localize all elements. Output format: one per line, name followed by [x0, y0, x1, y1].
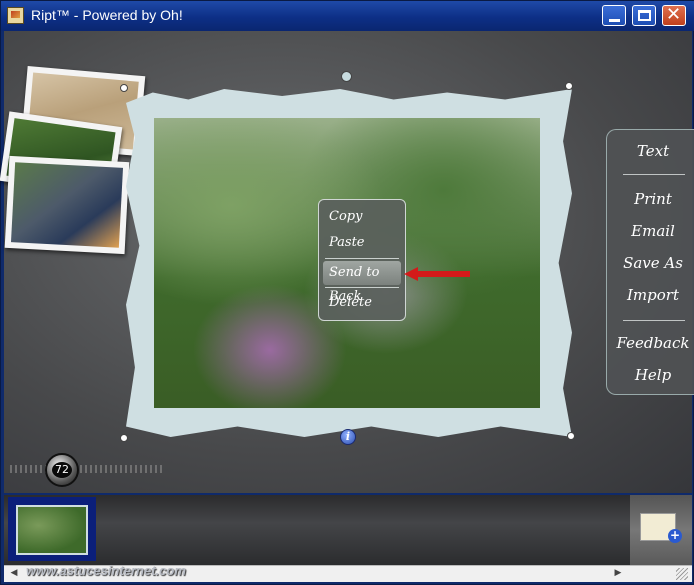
- menu-separator: [325, 258, 399, 259]
- thumbnail-selected[interactable]: [8, 497, 96, 561]
- close-button[interactable]: ✕: [662, 4, 686, 26]
- menu-item-send-to-back[interactable]: Send to Back: [323, 261, 401, 304]
- red-arrow-icon: [404, 267, 470, 281]
- maximize-icon: [638, 10, 651, 21]
- thumbnail-image: [16, 505, 88, 555]
- panel-item-text[interactable]: Text: [607, 142, 694, 160]
- panel-separator: [623, 174, 685, 175]
- panel-item-help[interactable]: Help: [607, 366, 694, 384]
- menu-item-delete[interactable]: Delete: [319, 290, 405, 316]
- photo-image: [10, 162, 124, 248]
- zoom-slider-track[interactable]: [10, 465, 162, 473]
- minimize-icon: [609, 19, 620, 22]
- action-panel: Text Print Email Save As Import Feedback…: [606, 129, 694, 395]
- info-icon[interactable]: i: [340, 429, 356, 445]
- menu-item-paste[interactable]: Paste: [319, 230, 405, 256]
- panel-item-import[interactable]: Import: [607, 286, 694, 304]
- resize-handle-bottom-left[interactable]: [120, 434, 128, 442]
- app-window: Ript™ - Powered by Oh! ✕ i Copy Paste Se…: [0, 0, 694, 585]
- resize-grip-icon[interactable]: [676, 568, 688, 580]
- new-page-area: +: [630, 495, 692, 565]
- panel-item-print[interactable]: Print: [607, 190, 694, 208]
- panel-item-email[interactable]: Email: [607, 222, 694, 240]
- photo-cassowary[interactable]: [4, 155, 130, 255]
- filmstrip: +: [4, 495, 692, 565]
- scroll-left-icon[interactable]: ◀: [6, 568, 22, 581]
- maximize-button[interactable]: [632, 5, 656, 26]
- plus-icon[interactable]: +: [668, 529, 682, 543]
- title-bar[interactable]: Ript™ - Powered by Oh! ✕: [1, 1, 694, 31]
- scroll-right-icon[interactable]: ▶: [610, 568, 626, 581]
- minimize-button[interactable]: [602, 5, 626, 26]
- zoom-knob[interactable]: 72: [45, 453, 79, 487]
- context-menu: Copy Paste Send to Back Delete: [318, 199, 406, 321]
- horizontal-scrollbar[interactable]: ◀ www.astucesinternet.com ▶: [4, 563, 692, 582]
- window-title: Ript™ - Powered by Oh!: [31, 7, 183, 23]
- menu-item-copy[interactable]: Copy: [319, 204, 405, 230]
- resize-handle-top-left[interactable]: [120, 84, 128, 92]
- watermark-text: www.astucesinternet.com: [26, 563, 186, 578]
- panel-separator: [623, 320, 685, 321]
- rotate-handle[interactable]: [341, 71, 352, 82]
- resize-handle-top-right[interactable]: [565, 82, 573, 90]
- resize-handle-bottom-right[interactable]: [567, 432, 575, 440]
- panel-item-save-as[interactable]: Save As: [607, 254, 694, 272]
- zoom-value: 72: [52, 462, 72, 478]
- close-icon: ✕: [666, 4, 682, 25]
- canvas-workspace[interactable]: i Copy Paste Send to Back Delete Text Pr…: [0, 31, 694, 493]
- panel-item-feedback[interactable]: Feedback: [607, 334, 694, 352]
- app-icon[interactable]: [7, 7, 24, 24]
